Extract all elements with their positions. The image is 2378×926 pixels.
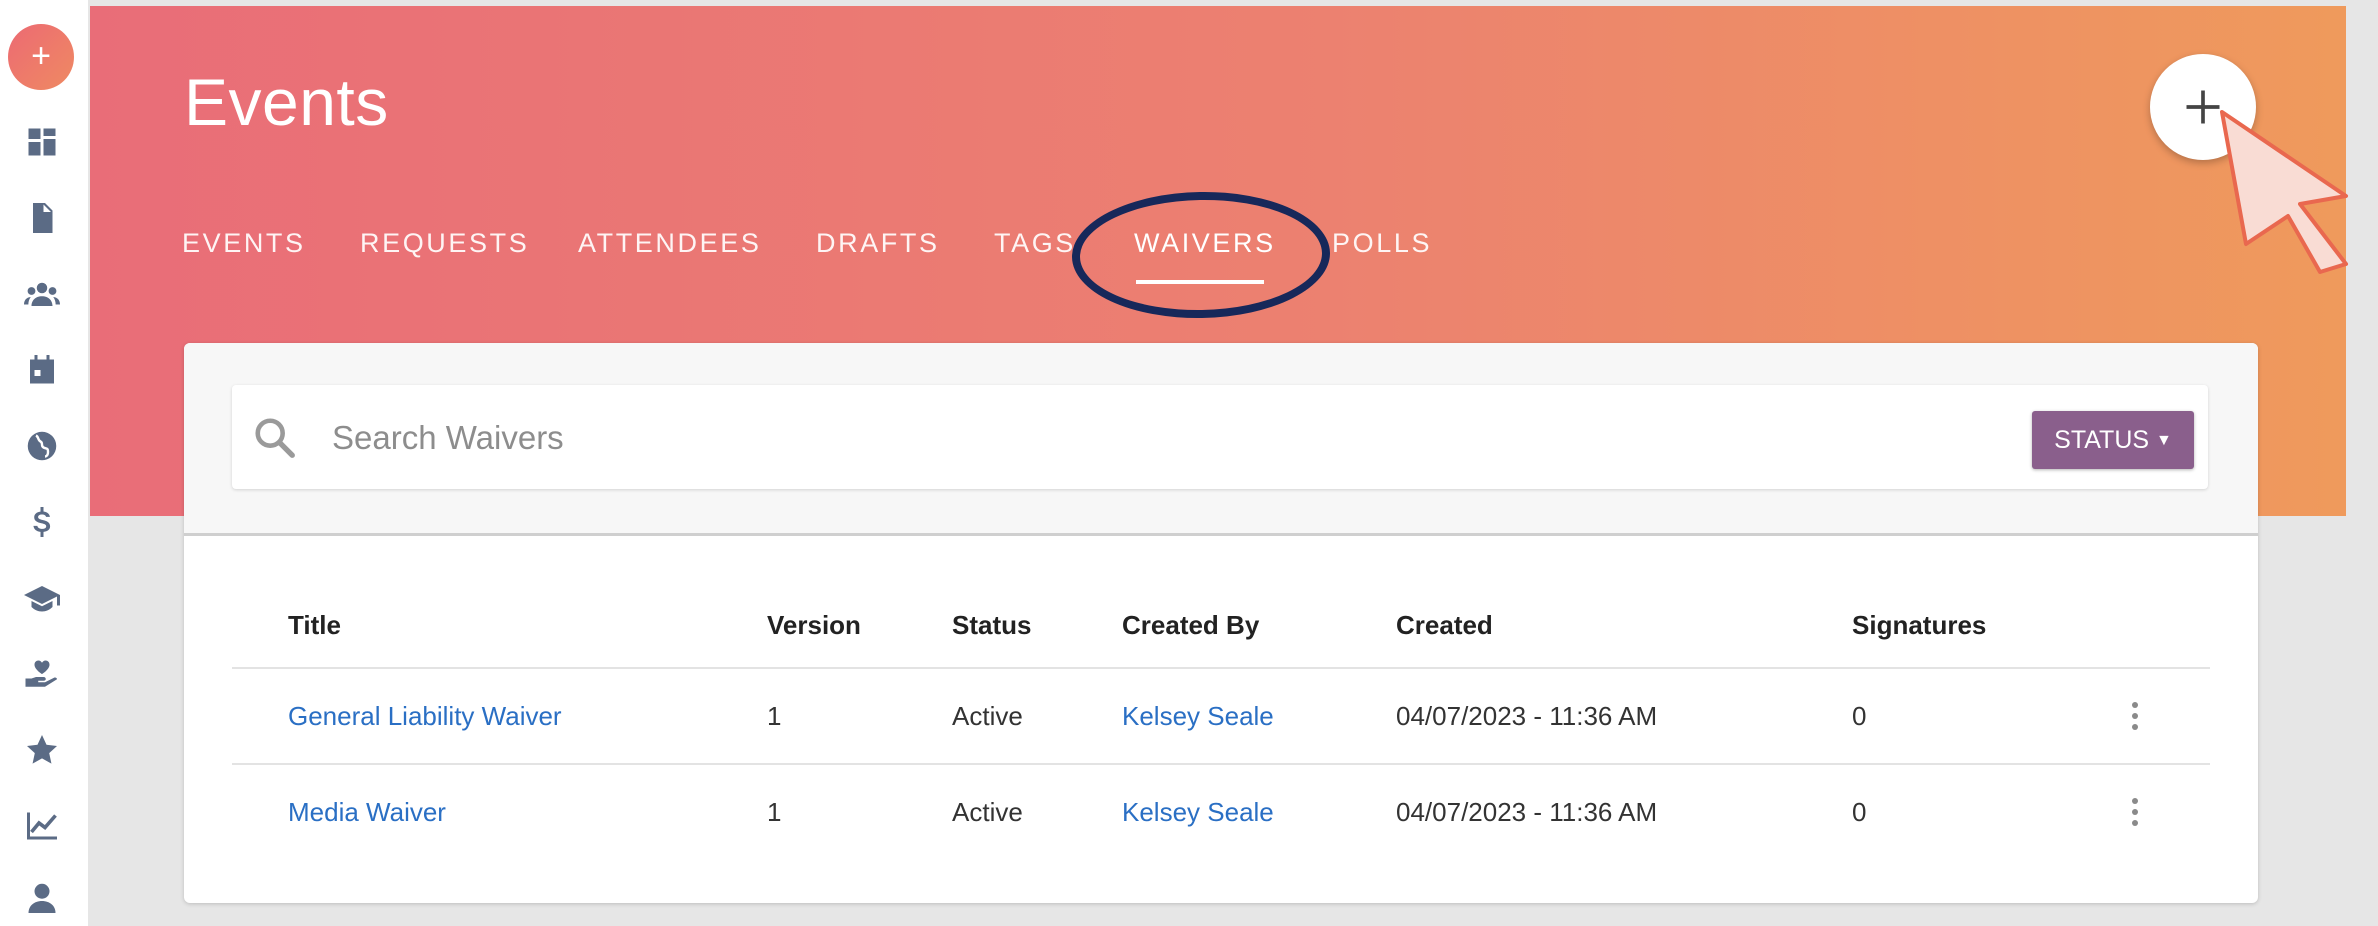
- more-vertical-icon: [2132, 702, 2138, 730]
- search-icon: [255, 418, 295, 458]
- status-button-label: STATUS: [2054, 426, 2150, 454]
- sidebar-item-people[interactable]: [20, 272, 64, 316]
- header-version[interactable]: Version: [767, 583, 861, 667]
- people-icon: [24, 282, 60, 306]
- row-menu-button[interactable]: [2120, 669, 2150, 763]
- table-row: General Liability Waiver 1 Active Kelsey…: [232, 669, 2210, 765]
- waiver-title-link[interactable]: General Liability Waiver: [288, 669, 562, 763]
- caret-down-icon: ▼: [2156, 432, 2172, 449]
- sidebar-item-giving[interactable]: [20, 652, 64, 696]
- sidebar-item-calendar[interactable]: [20, 348, 64, 392]
- tab-drafts[interactable]: DRAFTS: [816, 228, 940, 259]
- user-icon: [28, 883, 56, 913]
- tab-tags[interactable]: TAGS: [994, 228, 1076, 259]
- pointer-annotation-icon: [2220, 110, 2348, 274]
- search-bar: STATUS ▼: [232, 385, 2208, 489]
- row-menu-button[interactable]: [2120, 765, 2150, 859]
- table-row: Media Waiver 1 Active Kelsey Seale 04/07…: [232, 765, 2210, 859]
- waiver-created-date: 04/07/2023 - 11:36 AM: [1396, 796, 1658, 827]
- waiver-version: 1: [767, 796, 782, 827]
- table-header: Title Version Status Created By Created …: [232, 583, 2210, 669]
- header-status[interactable]: Status: [952, 583, 1031, 667]
- waiver-signatures: 0: [1852, 796, 1867, 827]
- globe-icon: [27, 431, 57, 461]
- more-vertical-icon: [2132, 798, 2138, 826]
- dollar-icon: [33, 507, 51, 537]
- star-icon: [27, 735, 57, 764]
- header-created[interactable]: Created: [1396, 583, 1493, 667]
- waiver-signatures: 0: [1852, 700, 1867, 731]
- sidebar: +: [0, 0, 88, 926]
- sidebar-item-dashboard[interactable]: [20, 120, 64, 164]
- sidebar-add-button[interactable]: +: [8, 24, 74, 90]
- sidebar-item-finance[interactable]: [20, 500, 64, 544]
- created-by-link[interactable]: Kelsey Seale: [1122, 669, 1274, 763]
- calendar-icon: [30, 355, 54, 384]
- tab-polls[interactable]: POLLS: [1332, 228, 1432, 259]
- waiver-created-date: 04/07/2023 - 11:36 AM: [1396, 700, 1658, 731]
- graduation-cap-icon: [24, 586, 60, 612]
- chart-icon: [27, 812, 57, 840]
- waiver-status: Active: [952, 796, 1023, 827]
- search-input[interactable]: [330, 407, 1934, 469]
- sidebar-item-education[interactable]: [20, 576, 64, 620]
- waivers-card: STATUS ▼ Title Version Status Created By…: [184, 343, 2258, 903]
- sidebar-item-profile[interactable]: [20, 876, 64, 920]
- created-by-link[interactable]: Kelsey Seale: [1122, 765, 1274, 859]
- header-signatures[interactable]: Signatures: [1852, 583, 1986, 667]
- dashboard-icon: [28, 128, 56, 156]
- sidebar-item-globe[interactable]: [20, 424, 64, 468]
- header-title[interactable]: Title: [288, 583, 341, 667]
- tab-requests[interactable]: REQUESTS: [360, 228, 529, 259]
- card-toolbar: STATUS ▼: [184, 343, 2258, 536]
- tab-events[interactable]: EVENTS: [182, 228, 306, 259]
- page-title: Events: [184, 65, 389, 139]
- waiver-title-link[interactable]: Media Waiver: [288, 765, 446, 859]
- plus-icon: +: [31, 37, 51, 75]
- document-icon: [33, 203, 53, 233]
- waiver-status: Active: [952, 700, 1023, 731]
- header-created-by[interactable]: Created By: [1122, 583, 1259, 667]
- tab-attendees[interactable]: ATTENDEES: [578, 228, 761, 259]
- sidebar-item-documents[interactable]: [20, 196, 64, 240]
- waiver-version: 1: [767, 700, 782, 731]
- status-filter-button[interactable]: STATUS ▼: [2032, 411, 2194, 469]
- sidebar-item-reports[interactable]: [20, 804, 64, 848]
- hand-heart-icon: [25, 660, 57, 687]
- sidebar-item-favorites[interactable]: [20, 728, 64, 772]
